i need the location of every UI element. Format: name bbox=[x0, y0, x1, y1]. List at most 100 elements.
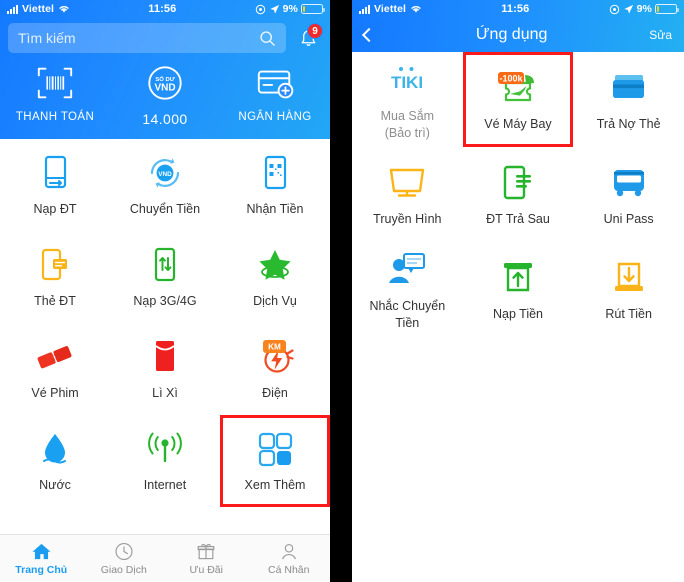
battery-icon bbox=[655, 4, 679, 14]
right-header: Viettel 11:56 9% Ứng dụng Sửa bbox=[352, 0, 684, 52]
tab-trang-chu[interactable]: Trang Chủ bbox=[0, 535, 83, 582]
quick-action-payment[interactable]: THANH TOÁN bbox=[0, 61, 110, 127]
tab-uu-dai[interactable]: Ưu Đãi bbox=[165, 535, 248, 582]
left-blue-header: Viettel 11:56 9% Tìm kiếm 9 THANH TOÁN S… bbox=[0, 0, 330, 139]
service-label: Thẻ ĐT bbox=[34, 294, 76, 309]
service-nap-3g4g[interactable]: Nạp 3G/4G bbox=[110, 231, 220, 323]
wifi-icon bbox=[411, 6, 421, 13]
balance-amount-label: 14.000 bbox=[142, 111, 188, 127]
home-icon bbox=[32, 543, 51, 559]
internet-signal-icon bbox=[144, 428, 186, 470]
svg-text:TIKI: TIKI bbox=[391, 73, 423, 92]
gift-icon bbox=[197, 543, 215, 559]
add-bank-card-icon bbox=[220, 61, 330, 105]
movie-ticket-icon bbox=[34, 336, 76, 378]
tab-label: Ưu Đãi bbox=[189, 563, 223, 576]
tiki-logo-icon: TIKI bbox=[384, 58, 430, 102]
service-label: Internet bbox=[143, 478, 187, 493]
svg-text:VND: VND bbox=[158, 171, 172, 178]
clock-label: 11:56 bbox=[148, 3, 177, 15]
carrier-label: Viettel bbox=[22, 3, 55, 15]
empty-area bbox=[352, 340, 684, 582]
status-bar-right: Viettel 11:56 9% bbox=[352, 0, 684, 18]
app-label: Rút Tiền bbox=[605, 307, 652, 322]
app-label: Vé Máy Bay bbox=[484, 117, 552, 132]
wifi-icon bbox=[59, 6, 69, 13]
service-li-xi[interactable]: Lì Xì bbox=[110, 323, 220, 415]
service-nhan-tien[interactable]: Nhận Tiền bbox=[220, 139, 330, 231]
app-rut-tien[interactable]: Rút Tiền bbox=[573, 242, 684, 337]
notification-button[interactable]: 9 bbox=[294, 23, 323, 53]
right-phone-screen: Viettel 11:56 9% Ứng dụng Sửa TIKI Mua S… bbox=[352, 0, 684, 582]
status-bar-left: Viettel 11:56 9% bbox=[0, 0, 330, 18]
water-drop-icon bbox=[38, 428, 72, 470]
search-row: Tìm kiếm 9 bbox=[0, 18, 330, 61]
location-arrow-icon bbox=[623, 4, 633, 14]
battery-percent-label: 9% bbox=[282, 3, 298, 15]
clock-history-icon bbox=[115, 542, 133, 560]
service-label: Nước bbox=[39, 478, 71, 493]
app-label: ĐT Trả Sau bbox=[486, 212, 550, 227]
battery-icon bbox=[301, 4, 325, 14]
search-placeholder: Tìm kiếm bbox=[18, 30, 76, 46]
user-profile-icon bbox=[281, 543, 296, 559]
service-label: Nạp ĐT bbox=[33, 202, 77, 217]
app-truyen-hinh[interactable]: Truyền Hình bbox=[352, 147, 463, 242]
app-label: Uni Pass bbox=[603, 212, 654, 227]
quick-action-bank[interactable]: NGÂN HÀNG bbox=[220, 61, 330, 127]
alarm-icon bbox=[609, 4, 619, 14]
app-nhac-chuyen-tien[interactable]: Nhắc Chuyển Tiền bbox=[352, 242, 463, 337]
tab-ca-nhan[interactable]: Cá Nhân bbox=[248, 535, 331, 582]
app-uni-pass[interactable]: Uni Pass bbox=[573, 147, 684, 242]
service-internet[interactable]: Internet bbox=[110, 415, 220, 507]
flight-ticket-icon: -100k bbox=[492, 66, 544, 110]
app-label-line1: Nhắc Chuyển bbox=[369, 299, 446, 314]
carrier-label: Viettel bbox=[374, 3, 407, 15]
quick-action-balance[interactable]: SỐ DƯ VND 14.000 bbox=[110, 61, 220, 127]
apps-grid: TIKI Mua Sắm (Bảo trì) -100k Vé Máy Bay … bbox=[352, 52, 684, 337]
quick-actions-row: THANH TOÁN SỐ DƯ VND 14.000 NGÂN HÀNG bbox=[0, 61, 330, 127]
search-input[interactable]: Tìm kiếm bbox=[8, 23, 286, 53]
app-mua-sam[interactable]: TIKI Mua Sắm (Bảo trì) bbox=[352, 52, 463, 147]
app-tra-no-the[interactable]: Trả Nợ Thẻ bbox=[573, 52, 684, 147]
page-title: Ứng dụng bbox=[475, 26, 548, 43]
screenshot-stage: Viettel 11:56 9% Tìm kiếm 9 THANH TOÁN S… bbox=[0, 0, 684, 582]
app-ve-may-bay[interactable]: -100k Vé Máy Bay bbox=[462, 52, 574, 147]
services-star-icon bbox=[254, 244, 296, 286]
service-nap-dt[interactable]: Nạp ĐT bbox=[0, 139, 110, 231]
app-dt-tra-sau[interactable]: ĐT Trả Sau bbox=[463, 147, 574, 242]
service-grid: Nạp ĐT VND Chuyển Tiền Nhận Tiền Thẻ ĐT … bbox=[0, 139, 330, 507]
clock-label: 11:56 bbox=[501, 3, 530, 15]
alarm-icon bbox=[255, 4, 265, 14]
service-nuoc[interactable]: Nước bbox=[0, 415, 110, 507]
battery-percent-label: 9% bbox=[636, 3, 652, 15]
service-label: Nạp 3G/4G bbox=[133, 294, 197, 309]
tab-giao-dich[interactable]: Giao Dịch bbox=[83, 535, 166, 582]
app-nap-tien[interactable]: Nạp Tiền bbox=[463, 242, 574, 337]
deposit-up-icon bbox=[499, 256, 537, 300]
location-arrow-icon bbox=[269, 4, 279, 14]
edit-button[interactable]: Sửa bbox=[649, 28, 672, 42]
search-icon[interactable] bbox=[259, 30, 276, 47]
service-label: Vé Phim bbox=[31, 386, 79, 401]
service-dien[interactable]: KM Điện bbox=[220, 323, 330, 415]
electricity-icon: KM bbox=[251, 336, 299, 378]
withdraw-down-icon bbox=[610, 256, 648, 300]
transfer-money-icon: VND bbox=[146, 152, 184, 194]
topup-phone-icon bbox=[38, 152, 72, 194]
app-label-line2: Tiền bbox=[395, 315, 420, 330]
tv-icon bbox=[385, 161, 429, 205]
barcode-scan-icon bbox=[0, 61, 110, 105]
tab-label: Cá Nhân bbox=[268, 563, 310, 576]
service-ve-phim[interactable]: Vé Phim bbox=[0, 323, 110, 415]
postpaid-phone-icon bbox=[499, 161, 537, 205]
service-label: Dịch Vụ bbox=[253, 294, 297, 309]
balance-vnd-icon: SỐ DƯ VND bbox=[110, 61, 220, 105]
notification-badge: 9 bbox=[307, 23, 323, 39]
service-xem-them[interactable]: Xem Thêm bbox=[220, 415, 330, 507]
service-chuyen-tien[interactable]: VND Chuyển Tiền bbox=[110, 139, 220, 231]
service-label: Nhận Tiền bbox=[246, 202, 304, 217]
app-label-line2: (Bảo trì) bbox=[384, 125, 430, 140]
service-dich-vu[interactable]: Dịch Vụ bbox=[220, 231, 330, 323]
service-the-dt[interactable]: Thẻ ĐT bbox=[0, 231, 110, 323]
